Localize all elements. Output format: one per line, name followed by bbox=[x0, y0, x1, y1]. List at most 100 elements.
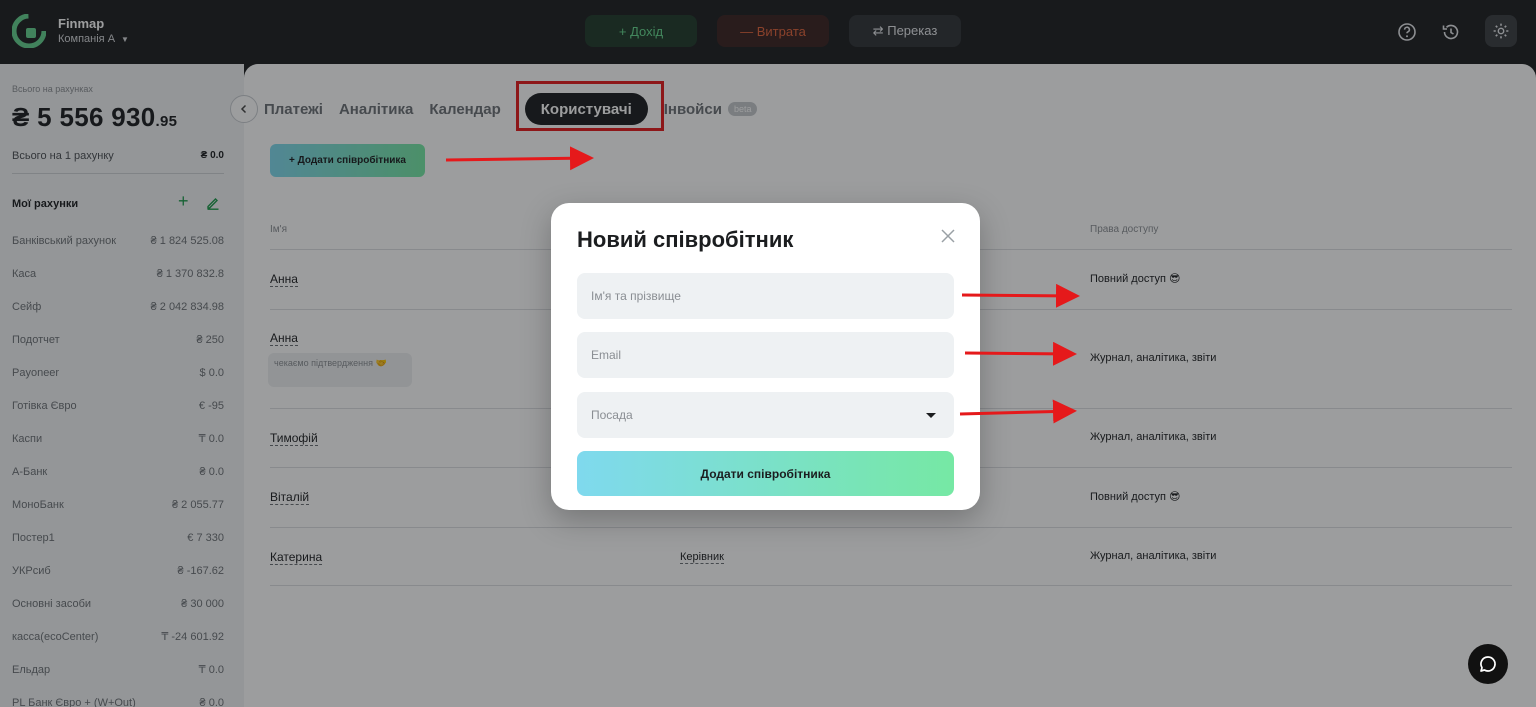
chat-bubble-icon bbox=[1480, 656, 1496, 672]
user-role[interactable]: Керівник bbox=[680, 551, 724, 564]
user-access: Журнал, аналітика, звіти bbox=[1090, 550, 1217, 562]
company-name: Компанія А bbox=[58, 33, 116, 45]
user-access: Журнал, аналітика, звіти bbox=[1090, 352, 1217, 364]
add-income-button[interactable]: + Дохід bbox=[585, 15, 697, 47]
submit-add-employee-button[interactable]: Додати співробітника bbox=[577, 451, 954, 496]
account-amount: € 7 330 bbox=[187, 531, 224, 544]
total-balance-label: Всього на рахунках bbox=[12, 84, 93, 94]
account-name: УКРсиб bbox=[12, 564, 51, 577]
account-name: PL Банк Євро + (W+Out) bbox=[12, 696, 136, 707]
account-name: Подотчет bbox=[12, 333, 60, 346]
account-list: Банківський рахунок ₴ 1 824 525.08 Каса ₴ … bbox=[12, 224, 224, 707]
close-icon[interactable] bbox=[939, 227, 957, 245]
account-item[interactable]: Ельдар ₸ 0.0 bbox=[12, 653, 224, 686]
account-amount: € -95 bbox=[198, 399, 224, 412]
account-item[interactable]: касса(ecoCenter) ₸ -24 601.92 bbox=[12, 620, 224, 653]
user-name[interactable]: Анна bbox=[270, 272, 298, 287]
finmap-logo-icon[interactable] bbox=[12, 14, 46, 48]
account-item[interactable]: МоноБанк ₴ 2 055.77 bbox=[12, 488, 224, 521]
caret-down-icon bbox=[926, 412, 936, 418]
table-row[interactable]: Катерина Керівник Журнал, аналітика, зві… bbox=[270, 527, 1512, 586]
per-account-row: Всього на 1 рахунку ₴ 0.0 bbox=[12, 150, 224, 162]
account-name: Основні засоби bbox=[12, 597, 92, 610]
account-item[interactable]: А-Банк ₴ 0.0 bbox=[12, 455, 224, 488]
account-name: касса(ecoCenter) bbox=[12, 630, 99, 643]
user-name[interactable]: Тимофій bbox=[270, 431, 318, 446]
user-name[interactable]: Анна bbox=[270, 331, 298, 346]
sidebar-divider bbox=[12, 173, 224, 174]
account-item[interactable]: Постер1 € 7 330 bbox=[12, 521, 224, 554]
collapse-sidebar-button[interactable] bbox=[230, 95, 258, 123]
email-input[interactable] bbox=[577, 332, 954, 378]
account-amount: ₴ 1 824 525.08 bbox=[150, 234, 224, 247]
history-button[interactable] bbox=[1436, 17, 1466, 47]
settings-button[interactable] bbox=[1485, 15, 1517, 47]
position-select[interactable]: Посада bbox=[577, 392, 954, 438]
position-placeholder: Посада bbox=[591, 408, 633, 422]
account-amount: ₴ 1 370 832.8 bbox=[156, 267, 224, 280]
pending-confirmation-badge: чекаємо підтвердження 🤝 bbox=[268, 353, 412, 387]
account-amount: ₸ 0.0 bbox=[198, 433, 224, 445]
my-accounts-title: Мої рахунки bbox=[12, 198, 79, 210]
account-item[interactable]: Подотчет ₴ 250 bbox=[12, 323, 224, 356]
account-amount: ₴ 0.0 bbox=[199, 696, 224, 707]
company-selector[interactable]: Компанія А ▼ bbox=[58, 33, 129, 45]
account-name: А-Банк bbox=[12, 465, 48, 478]
account-item[interactable]: Каса ₴ 1 370 832.8 bbox=[12, 257, 224, 290]
history-icon bbox=[1442, 24, 1459, 40]
help-button[interactable] bbox=[1392, 17, 1422, 47]
account-item[interactable]: PL Банк Євро + (W+Out) ₴ 0.0 bbox=[12, 686, 224, 707]
account-amount: ₴ 30 000 bbox=[181, 597, 224, 610]
account-amount: ₴ 250 bbox=[196, 333, 224, 346]
add-expense-button[interactable]: — Витрата bbox=[717, 15, 829, 47]
modal-title: Новий співробітник bbox=[577, 227, 794, 252]
account-item[interactable]: Payoneer $ 0.0 bbox=[12, 356, 224, 389]
new-employee-modal: Новий співробітник Посада Додати співроб… bbox=[551, 203, 980, 510]
account-name: Каса bbox=[12, 267, 37, 280]
total-balance-main: ₴ 5 556 930 bbox=[12, 102, 156, 132]
beta-badge: beta bbox=[727, 102, 758, 116]
brand-name: Finmap bbox=[58, 16, 105, 31]
user-name[interactable]: Віталій bbox=[270, 490, 310, 505]
highlight-box bbox=[516, 81, 664, 131]
account-name: Ельдар bbox=[12, 663, 51, 676]
account-item[interactable]: Готівка Євро € -95 bbox=[12, 389, 224, 422]
account-item[interactable]: УКРсиб ₴ -167.62 bbox=[12, 554, 224, 587]
sidebar: Всього на рахунках ₴ 5 556 930.95 Всього… bbox=[0, 64, 244, 707]
account-name: Каспи bbox=[12, 432, 43, 445]
add-transfer-button[interactable]: ⇄ Переказ bbox=[849, 15, 961, 47]
gear-icon bbox=[1493, 23, 1509, 39]
tab-calendar[interactable]: Календар bbox=[429, 101, 500, 118]
total-balance-value: ₴ 5 556 930.95 bbox=[12, 102, 177, 133]
account-name: Банківський рахунок bbox=[12, 234, 117, 247]
tab-invoices-label: Інвойси bbox=[663, 100, 722, 118]
account-amount: ₴ 2 042 834.98 bbox=[150, 300, 224, 313]
account-amount: ₴ 0.0 bbox=[199, 465, 224, 478]
edit-pencil-icon[interactable] bbox=[206, 196, 220, 210]
account-name: МоноБанк bbox=[12, 498, 64, 511]
account-amount: ₸ -24 601.92 bbox=[161, 631, 224, 643]
account-amount: ₸ 0.0 bbox=[198, 664, 224, 676]
caret-down-icon: ▼ bbox=[121, 34, 129, 44]
tab-bar: Платежі Аналітика Календар Користувачі І… bbox=[264, 92, 758, 126]
per-account-value: ₴ 0.0 bbox=[200, 150, 224, 161]
account-name: Готівка Євро bbox=[12, 399, 77, 412]
add-account-icon[interactable]: + bbox=[178, 192, 189, 210]
account-item[interactable]: Каспи ₸ 0.0 bbox=[12, 422, 224, 455]
user-access: Повний доступ 😎 bbox=[1090, 273, 1181, 285]
chevron-left-icon bbox=[240, 104, 247, 114]
add-employee-button[interactable]: + Додати співробітника bbox=[270, 144, 425, 177]
account-amount: $ 0.0 bbox=[199, 366, 224, 379]
tab-invoices[interactable]: Інвойси beta bbox=[664, 101, 758, 118]
chat-button[interactable] bbox=[1468, 644, 1508, 684]
tab-analytics[interactable]: Аналітика bbox=[339, 101, 413, 118]
account-item[interactable]: Банківський рахунок ₴ 1 824 525.08 bbox=[12, 224, 224, 257]
total-balance-cents: .95 bbox=[155, 113, 178, 130]
user-name[interactable]: Катерина bbox=[270, 550, 323, 565]
top-bar: Finmap Компанія А ▼ + Дохід — Витрата ⇄ … bbox=[0, 0, 1536, 64]
account-item[interactable]: Основні засоби ₴ 30 000 bbox=[12, 587, 224, 620]
account-name: Сейф bbox=[12, 300, 42, 313]
full-name-input[interactable] bbox=[577, 273, 954, 319]
tab-payments[interactable]: Платежі bbox=[264, 101, 323, 118]
account-item[interactable]: Сейф ₴ 2 042 834.98 bbox=[12, 290, 224, 323]
